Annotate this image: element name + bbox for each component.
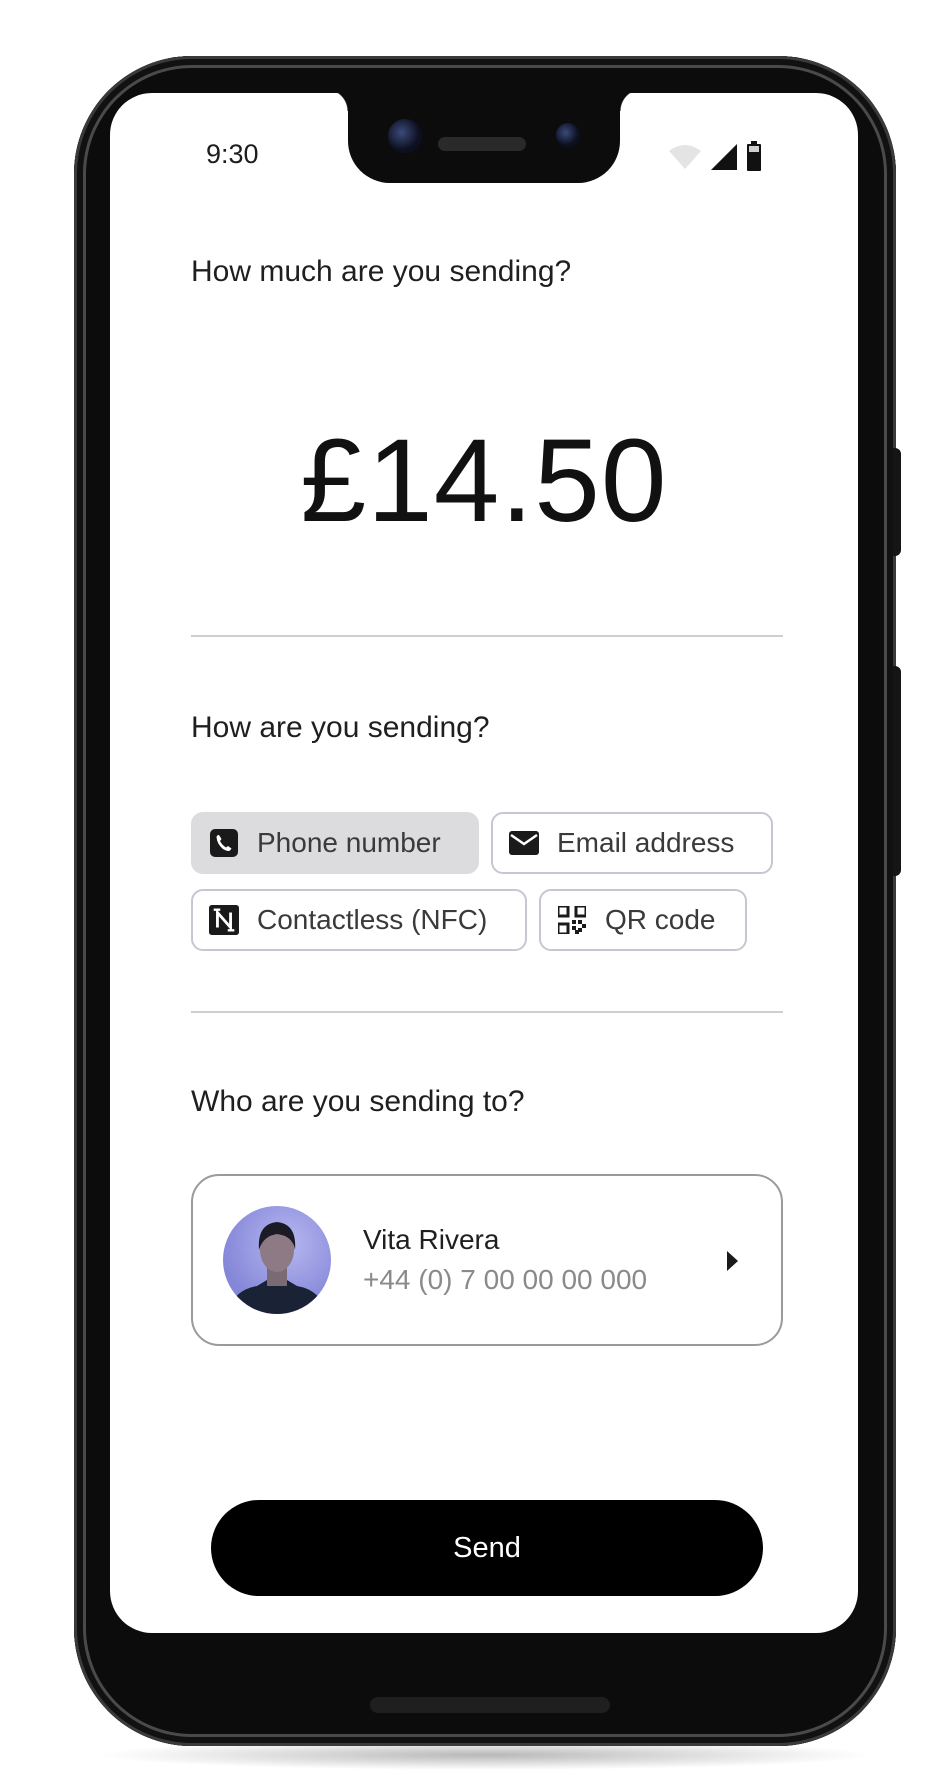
method-chip-email[interactable]: Email address (491, 812, 773, 874)
avatar (223, 1206, 331, 1314)
battery-icon (747, 141, 761, 171)
home-indicator (370, 1697, 610, 1713)
recipient-card[interactable]: Vita Rivera +44 (0) 7 00 00 00 000 (191, 1174, 783, 1346)
method-chip-label: Phone number (257, 827, 441, 858)
mail-icon (509, 828, 539, 858)
method-chip-phone[interactable]: Phone number (191, 812, 479, 874)
method-question: How are you sending? (191, 711, 490, 744)
qr-code-icon (557, 905, 587, 935)
sensor-icon (556, 123, 580, 147)
chevron-right-icon (727, 1251, 738, 1271)
recipient-name: Vita Rivera (363, 1224, 500, 1255)
volume-button (893, 666, 901, 876)
send-button[interactable]: Send (211, 1500, 763, 1596)
phone-icon (209, 828, 239, 858)
signal-icon (711, 144, 737, 170)
amount-question: How much are you sending? (191, 255, 572, 288)
power-button (893, 448, 901, 556)
divider (191, 635, 783, 637)
earpiece-speaker (438, 137, 526, 151)
method-chip-label: Contactless (NFC) (257, 904, 488, 935)
app-screen: 9:30 How much are you sending? £14.50 Ho… (110, 93, 858, 1633)
amount-value[interactable]: £14.50 (110, 413, 858, 549)
front-camera-icon (388, 119, 422, 153)
divider (191, 1011, 783, 1013)
method-chip-label: Email address (557, 827, 735, 858)
recipient-question: Who are you sending to? (191, 1085, 525, 1118)
method-chip-label: QR code (605, 904, 716, 935)
method-chip-nfc[interactable]: Contactless (NFC) (191, 889, 527, 951)
status-icons (668, 141, 762, 171)
nfc-icon (209, 905, 239, 935)
recipient-phone: +44 (0) 7 00 00 00 000 (363, 1264, 648, 1295)
method-chip-qr[interactable]: QR code (539, 889, 747, 951)
status-time: 9:30 (206, 139, 259, 169)
wifi-icon (669, 145, 701, 169)
camera-notch (326, 93, 642, 183)
